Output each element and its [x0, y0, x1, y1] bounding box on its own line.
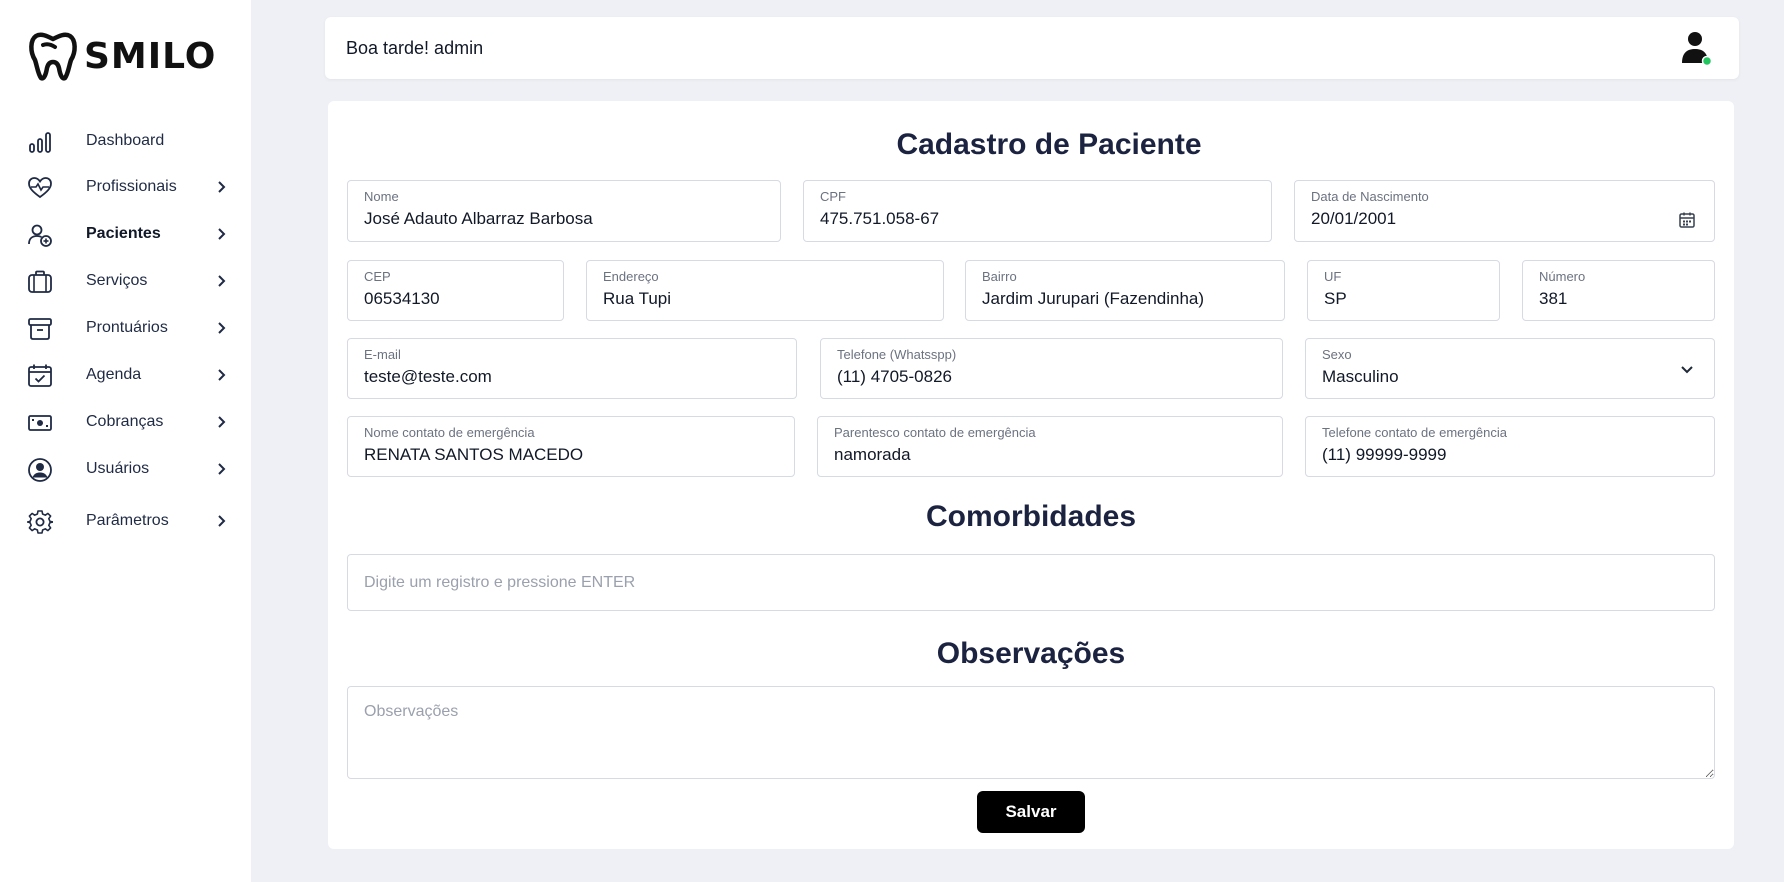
contato-emergencia-telefone-input[interactable]	[1322, 445, 1680, 465]
brand-name: SMILO	[84, 35, 217, 77]
sidebar-item-label: Usuários	[86, 460, 150, 477]
cpf-input[interactable]	[820, 209, 1237, 229]
email-label: E-mail	[364, 347, 401, 362]
sidebar-item-servicos[interactable]: Serviços	[0, 261, 251, 301]
sidebar-item-label: Prontuários	[86, 319, 168, 336]
banknote-icon	[28, 415, 52, 431]
nome-label: Nome	[364, 189, 399, 204]
bairro-input[interactable]	[982, 289, 1250, 309]
cep-input[interactable]	[364, 289, 529, 309]
gear-icon	[27, 510, 53, 534]
sidebar-item-label: Profissionais	[86, 178, 177, 195]
comorbidades-title: Comorbidades	[925, 500, 1137, 533]
sidebar-item-label: Parâmetros	[86, 512, 169, 529]
chevron-right-icon	[218, 275, 226, 287]
contato-emergencia-parentesco-input[interactable]	[834, 445, 1248, 465]
sidebar-item-pacientes[interactable]: Pacientes	[0, 214, 251, 254]
numero-label: Número	[1539, 269, 1586, 284]
chevron-down-icon	[1681, 366, 1693, 374]
email-field[interactable]: E-mail	[347, 338, 797, 399]
bairro-field[interactable]: Bairro	[965, 260, 1285, 321]
sidebar-item-label: Pacientes	[86, 225, 161, 242]
archive-icon	[28, 318, 52, 340]
brand-logo[interactable]: SMILO	[28, 30, 216, 82]
numero-field[interactable]: Número	[1522, 260, 1715, 321]
endereco-input[interactable]	[603, 289, 909, 309]
cpf-field[interactable]: CPF	[803, 180, 1272, 242]
sidebar-item-parametros[interactable]: Parâmetros	[0, 501, 251, 541]
data-nascimento-label: Data de Nascimento	[1311, 189, 1429, 204]
sidebar-item-label: Dashboard	[86, 132, 165, 149]
chevron-right-icon	[218, 369, 226, 381]
chevron-right-icon	[218, 463, 226, 475]
chart-bar-icon	[29, 132, 51, 153]
cep-field[interactable]: CEP	[347, 260, 564, 321]
chevron-right-icon	[218, 228, 226, 240]
bairro-label: Bairro	[982, 269, 1017, 284]
tooth-logo-icon	[29, 32, 77, 81]
contato-emergencia-telefone-label: Telefone contato de emergência	[1322, 425, 1508, 440]
contato-emergencia-parentesco-label: Parentesco contato de emergência	[834, 425, 1036, 440]
sidebar-item-cobrancas[interactable]: Cobranças	[0, 402, 251, 442]
chevron-right-icon	[218, 322, 226, 334]
data-nascimento-field[interactable]: Data de Nascimento	[1294, 180, 1715, 242]
sidebar-item-profissionais[interactable]: Profissionais	[0, 167, 251, 207]
header-bar: Boa tarde! admin	[325, 17, 1739, 79]
briefcase-icon	[28, 270, 52, 293]
calendar-check-icon	[28, 364, 52, 387]
sidebar-item-usuarios[interactable]: Usuários	[0, 449, 251, 489]
sidebar-item-agenda[interactable]: Agenda	[0, 355, 251, 395]
contato-emergencia-telefone-field[interactable]: Telefone contato de emergência	[1305, 416, 1715, 477]
sidebar-item-label: Serviços	[86, 272, 148, 289]
comorbidades-input[interactable]	[347, 554, 1715, 611]
uf-field[interactable]: UF	[1307, 260, 1500, 321]
sexo-label: Sexo	[1322, 347, 1352, 362]
chevron-right-icon	[218, 515, 226, 527]
uf-label: UF	[1324, 269, 1342, 284]
nome-field[interactable]: Nome	[347, 180, 781, 242]
telefone-input[interactable]	[837, 367, 1248, 387]
sidebar-item-dashboard[interactable]: Dashboard	[0, 121, 251, 161]
cep-label: CEP	[364, 269, 391, 284]
user-plus-icon	[28, 224, 52, 247]
uf-input[interactable]	[1324, 289, 1465, 309]
cpf-label: CPF	[820, 189, 846, 204]
heart-pulse-icon	[28, 177, 52, 199]
numero-input[interactable]	[1539, 289, 1680, 309]
page-title: Cadastro de Paciente	[896, 128, 1202, 161]
sidebar-item-prontuarios[interactable]: Prontuários	[0, 308, 251, 348]
email-input[interactable]	[364, 367, 762, 387]
sexo-select[interactable]: Sexo Masculino	[1305, 338, 1715, 399]
user-avatar-icon[interactable]	[1681, 30, 1713, 66]
greeting-text: Boa tarde! admin	[346, 38, 484, 58]
data-nascimento-input[interactable]	[1311, 209, 1680, 229]
chevron-right-icon	[218, 181, 226, 193]
contato-emergencia-nome-field[interactable]: Nome contato de emergência	[347, 416, 795, 477]
sidebar-item-label: Cobranças	[86, 413, 164, 430]
sexo-value: Masculino	[1322, 367, 1399, 386]
contato-emergencia-parentesco-field[interactable]: Parentesco contato de emergência	[817, 416, 1283, 477]
save-button[interactable]: Salvar	[977, 791, 1085, 833]
contato-emergencia-nome-input[interactable]	[364, 445, 760, 465]
endereco-label: Endereço	[603, 269, 659, 284]
observacoes-title: Observações	[936, 637, 1126, 670]
sidebar: SMILO Dashboard Profissionais Pacientes	[0, 0, 251, 882]
user-circle-icon	[28, 458, 52, 482]
observacoes-textarea[interactable]	[347, 686, 1715, 779]
patient-form-card: Cadastro de Paciente Nome CPF Data de Na…	[328, 101, 1734, 849]
nome-input[interactable]	[364, 209, 746, 229]
telefone-label: Telefone (Whatsspp)	[837, 347, 957, 362]
contato-emergencia-nome-label: Nome contato de emergência	[364, 425, 535, 440]
chevron-right-icon	[218, 416, 226, 428]
calendar-icon[interactable]	[1678, 211, 1696, 229]
online-status-dot	[1701, 55, 1713, 66]
endereco-field[interactable]: Endereço	[586, 260, 944, 321]
sidebar-item-label: Agenda	[86, 366, 142, 383]
telefone-field[interactable]: Telefone (Whatsspp)	[820, 338, 1283, 399]
